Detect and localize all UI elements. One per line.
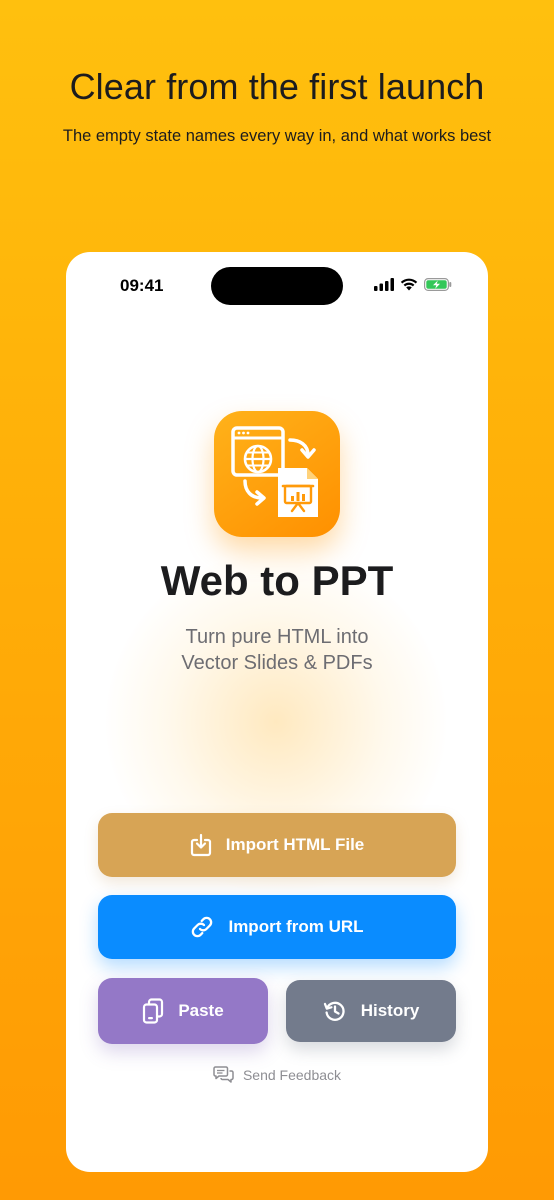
dynamic-island xyxy=(211,267,343,305)
import-from-url-label: Import from URL xyxy=(228,917,364,936)
paste-label: Paste xyxy=(178,1001,224,1020)
history-label: History xyxy=(360,1001,420,1020)
signal-icon xyxy=(374,278,394,291)
hero-subtitle: The empty state names every way in, and … xyxy=(62,127,492,145)
import-from-url-button[interactable]: Import from URL xyxy=(98,895,456,959)
history-icon xyxy=(323,1001,345,1021)
tagline-line-2: Vector Slides & PDFs xyxy=(181,652,373,674)
clipboard-icon xyxy=(143,998,164,1024)
download-tray-icon xyxy=(190,833,211,857)
phone-screen: 09:41 Web to PPT Turn pure HTML into Vec… xyxy=(66,252,488,1172)
app-tagline: Turn pure HTML into Vector Slides & PDFs xyxy=(66,624,488,676)
import-html-file-label: Import HTML File xyxy=(225,835,365,854)
send-feedback-link[interactable]: Send Feedback xyxy=(66,1066,488,1083)
link-icon xyxy=(192,916,213,938)
web-to-slide-icon xyxy=(231,426,318,517)
wifi-icon xyxy=(400,278,418,291)
status-time: 09:41 xyxy=(120,276,164,295)
chat-bubbles-icon xyxy=(213,1066,234,1083)
send-feedback-label: Send Feedback xyxy=(242,1066,342,1083)
app-name: Web to PPT xyxy=(160,557,394,604)
tagline-line-1: Turn pure HTML into xyxy=(185,626,369,648)
paste-button[interactable]: Paste xyxy=(98,978,268,1044)
status-icons xyxy=(374,278,452,291)
app-icon xyxy=(214,411,340,537)
battery-charging-icon xyxy=(424,278,452,291)
history-button[interactable]: History xyxy=(286,980,456,1042)
hero-title: Clear from the first launch xyxy=(69,66,485,107)
import-html-file-button[interactable]: Import HTML File xyxy=(98,813,456,877)
